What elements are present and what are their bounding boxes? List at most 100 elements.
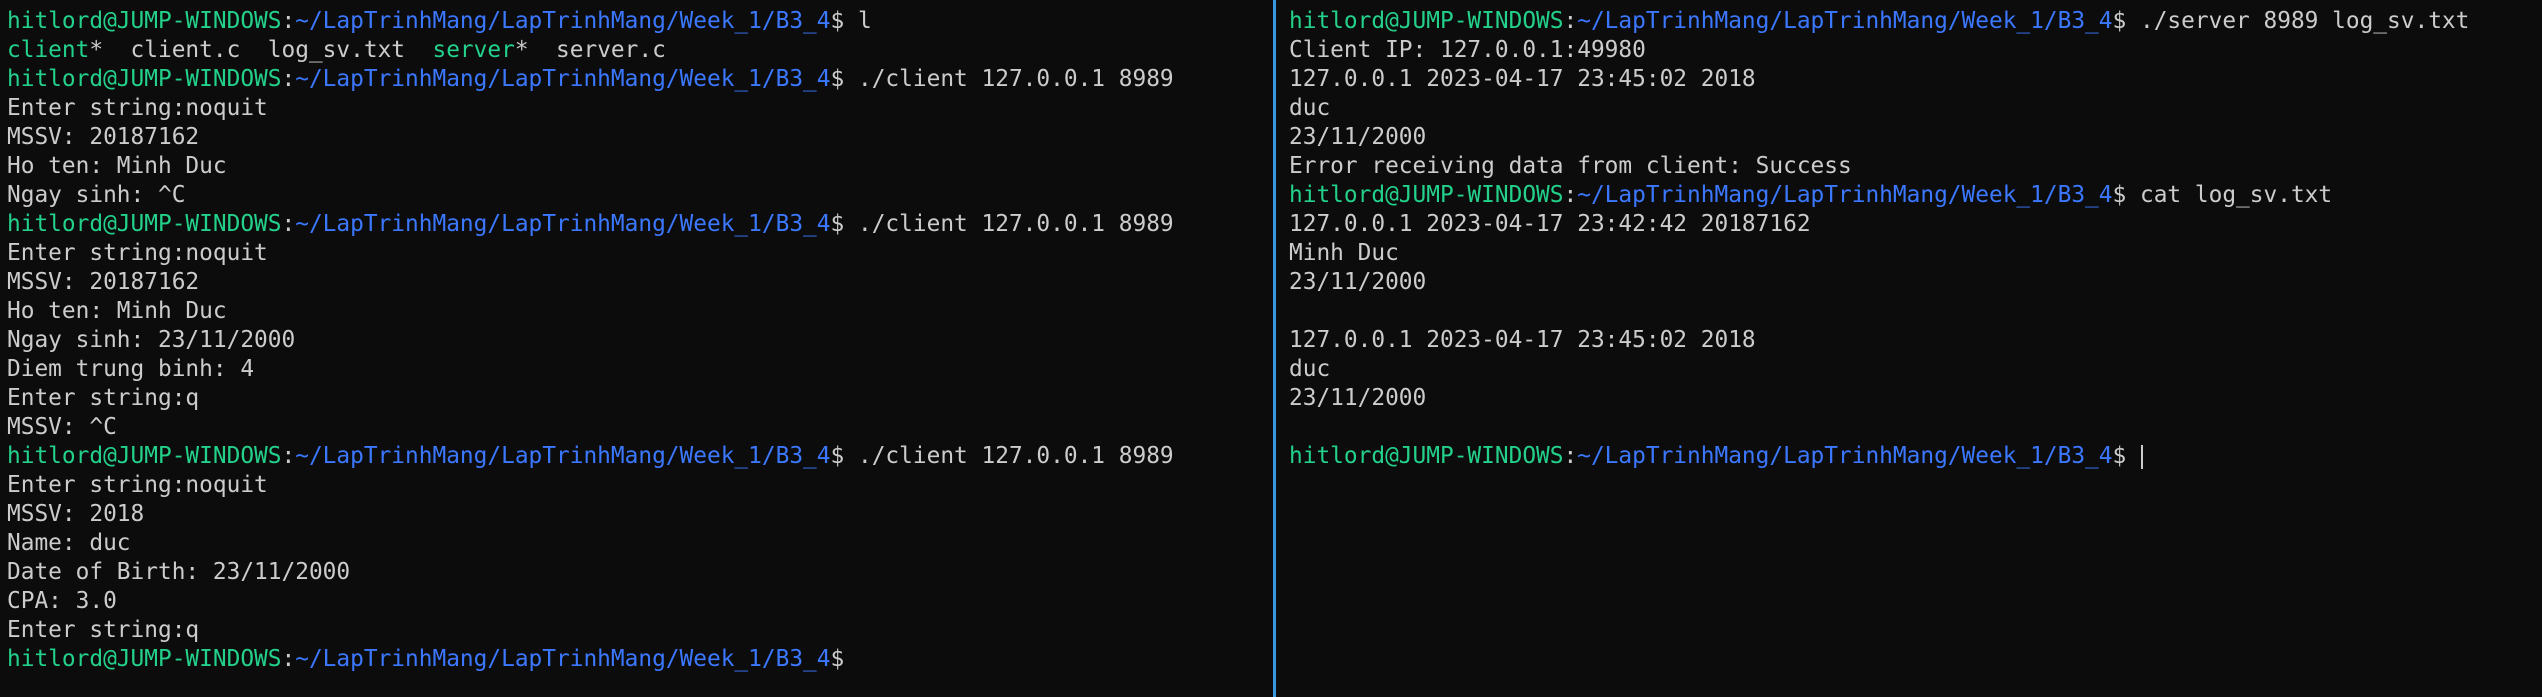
output-text: Diem trung binh: 4 [7,356,255,382]
prompt-line: hitlord@JUMP-WINDOWS:~/LapTrinhMang/LapT… [1289,181,2542,210]
output-text: Enter string:q [7,385,200,411]
output-line: CPA: 3.0 [7,587,1271,616]
output-text: Ho ten: Minh Duc [7,298,227,324]
command-text: l [857,8,872,34]
output-text: Minh Duc [1289,240,1399,266]
output-line: Enter string:noquit [7,471,1271,500]
prompt-path: ~/LapTrinhMang/LapTrinhMang/Week_1/B3_4 [295,66,831,92]
prompt-path: ~/LapTrinhMang/LapTrinhMang/Week_1/B3_4 [295,646,831,672]
ls-entry: * client.c log_sv.txt [89,37,433,63]
prompt-separator: : [1563,443,1578,469]
prompt-line: hitlord@JUMP-WINDOWS:~/LapTrinhMang/LapT… [7,210,1271,239]
output-text: MSSV: 20187162 [7,124,200,150]
output-line: 23/11/2000 [1289,123,2542,152]
prompt-dollar: $ [2112,8,2140,34]
output-line: Minh Duc [1289,239,2542,268]
prompt-separator: : [281,646,296,672]
output-line: duc [1289,94,2542,123]
output-text: 127.0.0.1 2023-04-17 23:45:02 2018 [1289,327,1756,353]
prompt-separator: : [1563,8,1578,34]
right-terminal-output: hitlord@JUMP-WINDOWS:~/LapTrinhMang/LapT… [1289,7,2542,471]
output-line: Ngay sinh: 23/11/2000 [7,326,1271,355]
output-text: Error receiving data from client: Succes… [1289,153,1852,179]
ls-entry: * server.c [514,37,666,63]
prompt-line: hitlord@JUMP-WINDOWS:~/LapTrinhMang/LapT… [7,7,1271,36]
prompt-path: ~/LapTrinhMang/LapTrinhMang/Week_1/B3_4 [295,443,831,469]
prompt-separator: : [281,443,296,469]
output-text: Date of Birth: 23/11/2000 [7,559,351,585]
command-text: ./server 8989 log_sv.txt [2139,8,2470,34]
prompt-dollar: $ [830,66,858,92]
output-line: 23/11/2000 [1289,268,2542,297]
prompt-user: hitlord@JUMP-WINDOWS [7,211,282,237]
output-line: Name: duc [7,529,1271,558]
output-text: MSSV: 20187162 [7,269,200,295]
output-line: duc [1289,355,2542,384]
output-text: 23/11/2000 [1289,269,1427,295]
output-text: CPA: 3.0 [7,588,117,614]
left-terminal-pane[interactable]: hitlord@JUMP-WINDOWS:~/LapTrinhMang/LapT… [0,0,1271,697]
text-cursor[interactable] [2140,444,2143,469]
output-text: Enter string:noquit [7,95,268,121]
prompt-user: hitlord@JUMP-WINDOWS [1289,443,1564,469]
output-line: Client IP: 127.0.0.1:49980 [1289,36,2542,65]
prompt-line: hitlord@JUMP-WINDOWS:~/LapTrinhMang/LapT… [1289,7,2542,36]
output-text: 127.0.0.1 2023-04-17 23:42:42 20187162 [1289,211,1811,237]
prompt-dollar: $ [830,8,858,34]
command-text: ./client 127.0.0.1 8989 [857,66,1174,92]
output-text: 127.0.0.1 2023-04-17 23:45:02 2018 [1289,66,1756,92]
prompt-separator: : [281,8,296,34]
prompt-line: hitlord@JUMP-WINDOWS:~/LapTrinhMang/LapT… [7,645,1271,674]
output-text: Ngay sinh: 23/11/2000 [7,327,296,353]
output-line: Date of Birth: 23/11/2000 [7,558,1271,587]
output-text: MSSV: ^C [7,414,117,440]
prompt-line: hitlord@JUMP-WINDOWS:~/LapTrinhMang/LapT… [7,65,1271,94]
output-line: Diem trung binh: 4 [7,355,1271,384]
prompt-dollar: $ [2112,443,2140,469]
prompt-path: ~/LapTrinhMang/LapTrinhMang/Week_1/B3_4 [295,8,831,34]
prompt-user: hitlord@JUMP-WINDOWS [1289,182,1564,208]
output-text: Client IP: 127.0.0.1:49980 [1289,37,1646,63]
output-line: Ngay sinh: ^C [7,181,1271,210]
prompt-dollar: $ [830,211,858,237]
output-line: Enter string:q [7,616,1271,645]
output-text: Enter string:noquit [7,472,268,498]
output-line: MSSV: ^C [7,413,1271,442]
output-text: Ngay sinh: ^C [7,182,186,208]
output-text: 23/11/2000 [1289,124,1427,150]
output-text: MSSV: 2018 [7,501,145,527]
output-text: duc [1289,356,1331,382]
right-terminal-pane[interactable]: hitlord@JUMP-WINDOWS:~/LapTrinhMang/LapT… [1277,0,2542,697]
output-line: 23/11/2000 [1289,384,2542,413]
command-text: ./client 127.0.0.1 8989 [857,443,1174,469]
pane-divider[interactable] [1273,0,1276,697]
prompt-user: hitlord@JUMP-WINDOWS [7,443,282,469]
command-text: cat log_sv.txt [2139,182,2333,208]
prompt-path: ~/LapTrinhMang/LapTrinhMang/Week_1/B3_4 [1577,443,2113,469]
prompt-path: ~/LapTrinhMang/LapTrinhMang/Week_1/B3_4 [295,211,831,237]
prompt-user: hitlord@JUMP-WINDOWS [7,66,282,92]
prompt-separator: : [281,66,296,92]
prompt-user: hitlord@JUMP-WINDOWS [7,646,282,672]
output-line: Enter string:noquit [7,239,1271,268]
prompt-dollar: $ [830,646,858,672]
ls-output-line: client* client.c log_sv.txt server* serv… [7,36,1271,65]
ls-entry: client [7,37,90,63]
output-line: Enter string:q [7,384,1271,413]
prompt-dollar: $ [2112,182,2140,208]
left-terminal-output: hitlord@JUMP-WINDOWS:~/LapTrinhMang/LapT… [7,7,1271,674]
prompt-user: hitlord@JUMP-WINDOWS [7,8,282,34]
output-text: Ho ten: Minh Duc [7,153,227,179]
output-line: MSSV: 2018 [7,500,1271,529]
ls-entry: server [432,37,515,63]
output-text: Enter string:q [7,617,200,643]
prompt-path: ~/LapTrinhMang/LapTrinhMang/Week_1/B3_4 [1577,8,2113,34]
output-text: 23/11/2000 [1289,385,1427,411]
output-text: duc [1289,95,1331,121]
output-text: Enter string:noquit [7,240,268,266]
prompt-line: hitlord@JUMP-WINDOWS:~/LapTrinhMang/LapT… [7,442,1271,471]
output-line: MSSV: 20187162 [7,268,1271,297]
prompt-separator: : [281,211,296,237]
command-text: ./client 127.0.0.1 8989 [857,211,1174,237]
